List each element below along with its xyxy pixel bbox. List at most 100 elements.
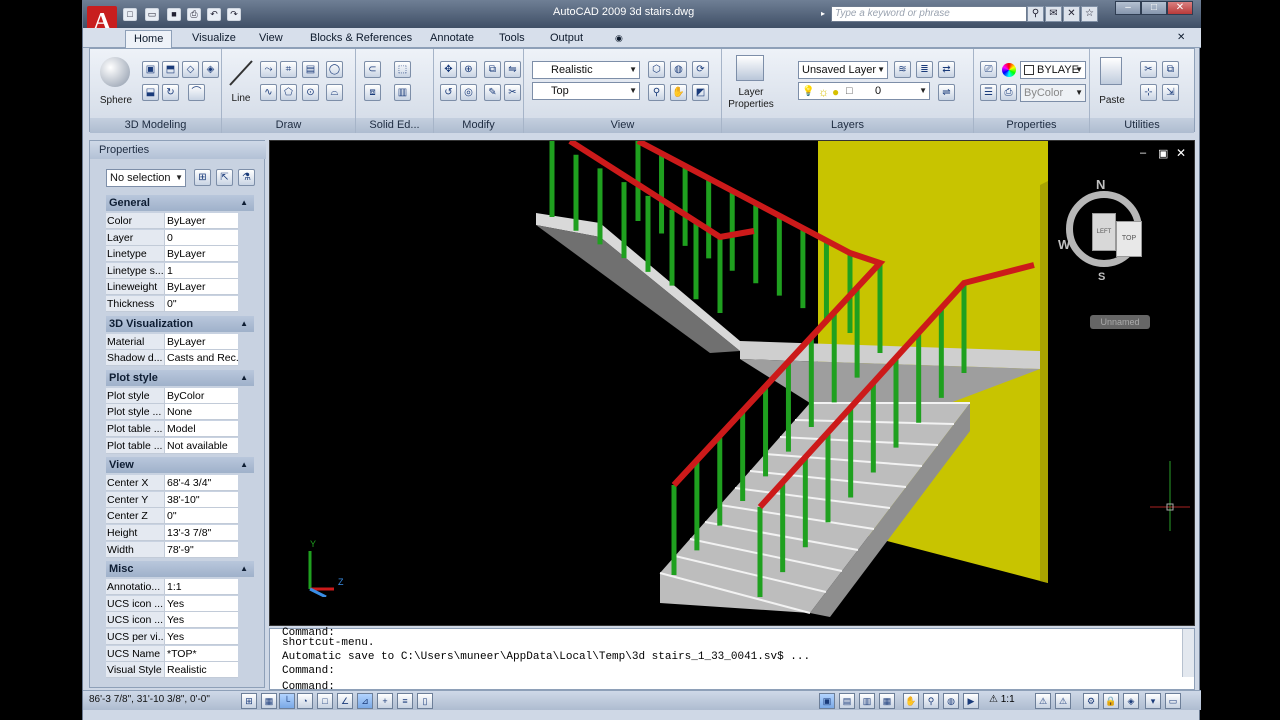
line-icon[interactable]: [228, 59, 254, 87]
collapse-icon[interactable]: ▲: [240, 457, 248, 473]
layer-match-icon[interactable]: ⇄: [938, 61, 955, 78]
tab-annotate[interactable]: Annotate: [422, 30, 482, 48]
new-icon[interactable]: □: [123, 8, 137, 21]
performance-icon[interactable]: ◈: [1123, 693, 1139, 709]
point-icon[interactable]: ⊙: [302, 84, 319, 101]
annotation-visibility-icon[interactable]: ⚠: [1035, 693, 1051, 709]
annotation-scale[interactable]: ⚠ 1:1: [989, 694, 1015, 705]
property-row[interactable]: Thickness 0": [90, 296, 238, 313]
ucs-menu-button[interactable]: Unnamed: [1090, 315, 1150, 329]
loft-icon[interactable]: ⬓: [142, 84, 159, 101]
coordinates-readout[interactable]: 86'-3 7/8", 31'-10 3/8", 0'-0": [89, 694, 210, 705]
tab-tools[interactable]: Tools: [491, 30, 533, 48]
compass-south[interactable]: S: [1098, 271, 1105, 283]
tab-visualize[interactable]: Visualize: [184, 30, 244, 48]
box-icon[interactable]: ▣: [142, 61, 159, 78]
property-value[interactable]: Yes: [164, 595, 238, 612]
dyn-icon[interactable]: +: [377, 693, 393, 709]
showmotion-icon[interactable]: ▶: [963, 693, 979, 709]
property-row[interactable]: UCS per vi... Yes: [90, 629, 238, 646]
property-row[interactable]: Lineweight ByLayer: [90, 279, 238, 296]
favorites-icon[interactable]: ☆: [1081, 6, 1098, 22]
color-wheel-icon[interactable]: [1002, 63, 1016, 77]
command-scrollbar[interactable]: [1182, 629, 1194, 677]
trim-icon[interactable]: ✂: [504, 84, 521, 101]
command-line[interactable]: Command: shortcut-menu. Automatic save t…: [269, 627, 1195, 693]
view-manager-icon[interactable]: ⬡: [648, 61, 665, 78]
property-value[interactable]: ByLayer: [164, 213, 238, 229]
property-row[interactable]: Plot style ByColor: [90, 387, 238, 405]
quick-properties-icon[interactable]: ▯: [417, 693, 433, 709]
zoom-icon[interactable]: ⚲: [648, 84, 665, 101]
viewport-close-icon[interactable]: ✕: [1176, 146, 1186, 160]
property-row[interactable]: Width 78'-9": [90, 541, 238, 559]
property-row[interactable]: Center X 68'-4 3/4": [90, 475, 238, 492]
status-tray-icon[interactable]: ▾: [1145, 693, 1161, 709]
zoom-status-icon[interactable]: ⚲: [923, 693, 939, 709]
property-row[interactable]: UCS Name *TOP*: [90, 645, 238, 663]
camera-icon[interactable]: ◩: [692, 84, 709, 101]
property-row[interactable]: Material ByLayer: [90, 333, 238, 351]
property-value[interactable]: 1: [164, 262, 238, 279]
grid-icon[interactable]: ▦: [261, 693, 277, 709]
section-header[interactable]: General ▲: [106, 195, 254, 211]
property-value[interactable]: Yes: [164, 612, 238, 629]
solid-slice-icon[interactable]: ⧈: [364, 84, 381, 101]
layer-state-dropdown[interactable]: Unsaved Layer ▼: [798, 61, 888, 79]
section-header[interactable]: View ▲: [106, 457, 254, 474]
compass-north[interactable]: N: [1096, 177, 1105, 192]
select-objects-icon[interactable]: ⇱: [216, 169, 233, 186]
tab-view[interactable]: View: [251, 30, 291, 48]
layer-properties-icon[interactable]: [736, 55, 764, 81]
arc-icon[interactable]: ⌓: [326, 84, 343, 101]
layer-isolate-icon[interactable]: ≣: [916, 61, 933, 78]
auto-scale-icon[interactable]: ⚠: [1055, 693, 1071, 709]
property-row[interactable]: Center Y 38'-10": [90, 491, 238, 509]
lineweight-icon[interactable]: ≡: [397, 693, 413, 709]
property-value[interactable]: 78'-9": [164, 541, 238, 558]
osnap-icon[interactable]: □: [317, 693, 333, 709]
property-row[interactable]: Linetype s... 1: [90, 262, 238, 280]
clean-screen-icon[interactable]: ▭: [1165, 693, 1181, 709]
section-header[interactable]: 3D Visualization ▲: [106, 315, 254, 332]
tab-home[interactable]: Home: [125, 30, 173, 48]
property-row[interactable]: Height 13'-3 7/8": [90, 525, 238, 542]
solid-separate-icon[interactable]: ▥: [394, 84, 411, 101]
property-value[interactable]: *TOP*: [164, 645, 238, 662]
close-button[interactable]: ✕: [1167, 1, 1193, 15]
help-icon[interactable]: ✕: [1063, 6, 1080, 22]
property-row[interactable]: Visual Style Realistic: [90, 662, 238, 679]
property-value[interactable]: ByColor: [164, 387, 238, 404]
search-input[interactable]: Type a keyword or phrase: [831, 6, 1027, 22]
property-row[interactable]: Layer 0: [90, 229, 238, 247]
property-row[interactable]: Plot table ... Model: [90, 421, 238, 438]
property-value[interactable]: Not available: [164, 437, 238, 454]
undo-icon[interactable]: ↶: [207, 8, 221, 21]
print-icon[interactable]: ⎙: [187, 8, 201, 21]
solid-union-icon[interactable]: ⊂: [364, 61, 381, 78]
otrack-icon[interactable]: ∠: [337, 693, 353, 709]
property-value[interactable]: 0": [164, 296, 238, 312]
quick-select-icon[interactable]: ⇲: [1162, 84, 1179, 101]
union-icon[interactable]: ◈: [202, 61, 219, 78]
viewcube-left-face[interactable]: LEFT: [1092, 213, 1116, 251]
extrude-icon[interactable]: ⬒: [162, 61, 179, 78]
color-dropdown[interactable]: BYLAYE ▼: [1020, 61, 1086, 79]
ducs-icon[interactable]: ⊿: [357, 693, 373, 709]
search-icon[interactable]: ⚲: [1027, 6, 1044, 22]
search-expand-icon[interactable]: ▸: [821, 9, 825, 18]
quick-select-filter-icon[interactable]: ⚗: [238, 169, 255, 186]
solid-extrude-faces-icon[interactable]: ⬚: [394, 61, 411, 78]
section-header[interactable]: Plot style ▲: [106, 369, 254, 386]
property-value[interactable]: 13'-3 7/8": [164, 525, 238, 541]
property-row[interactable]: Linetype ByLayer: [90, 246, 238, 263]
open-icon[interactable]: ▭: [145, 8, 159, 21]
revolve-icon[interactable]: ↻: [162, 84, 179, 101]
collapse-icon[interactable]: ▲: [240, 316, 248, 332]
steering-wheel-status-icon[interactable]: ◍: [943, 693, 959, 709]
cut-icon[interactable]: ✂: [1140, 61, 1157, 78]
orbit-icon[interactable]: ⟳: [692, 61, 709, 78]
communication-center-icon[interactable]: ✉: [1045, 6, 1062, 22]
snap-icon[interactable]: ⊞: [241, 693, 257, 709]
layer-previous-icon[interactable]: ≋: [894, 61, 911, 78]
